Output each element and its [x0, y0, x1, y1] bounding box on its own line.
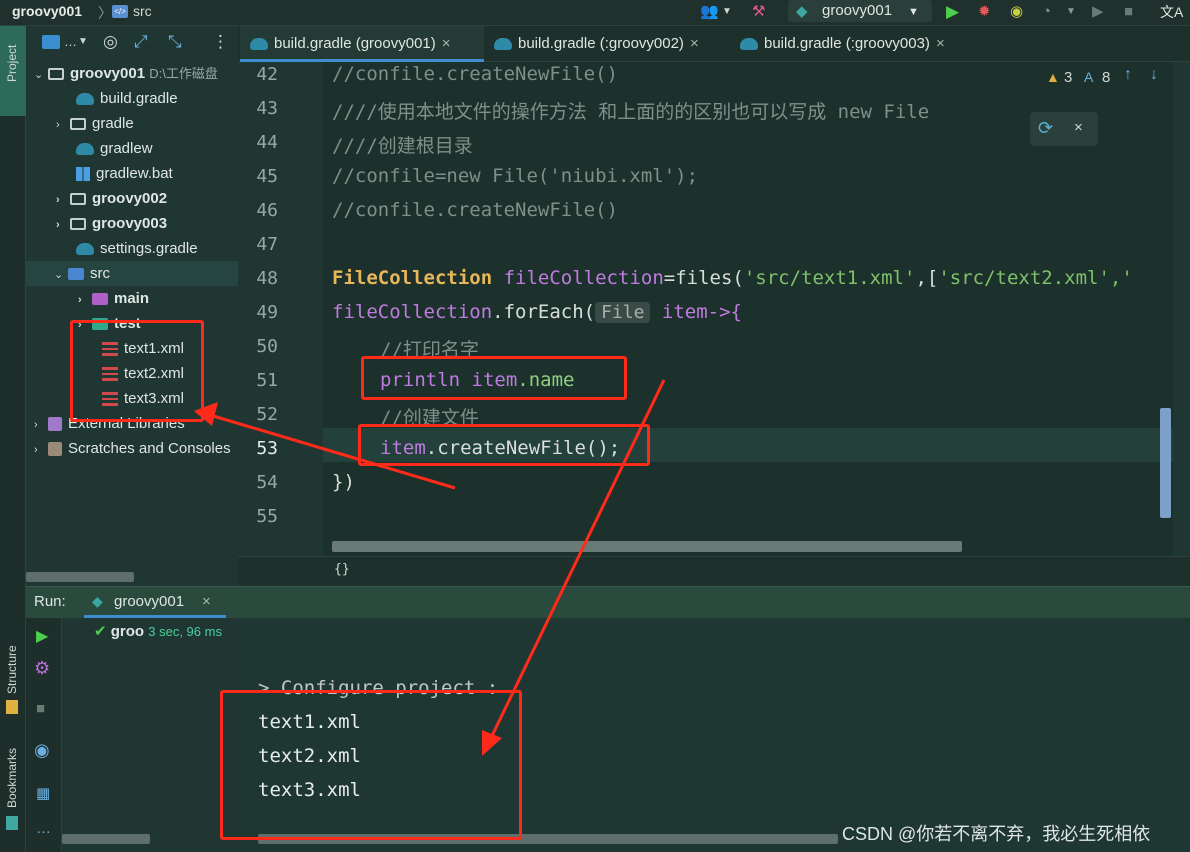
- annotation-arrow-to-console: [488, 379, 666, 741]
- annotation-arrow-to-files: [209, 413, 456, 490]
- annotation-arrows: [194, 379, 666, 756]
- arrowhead-icon: [194, 402, 218, 426]
